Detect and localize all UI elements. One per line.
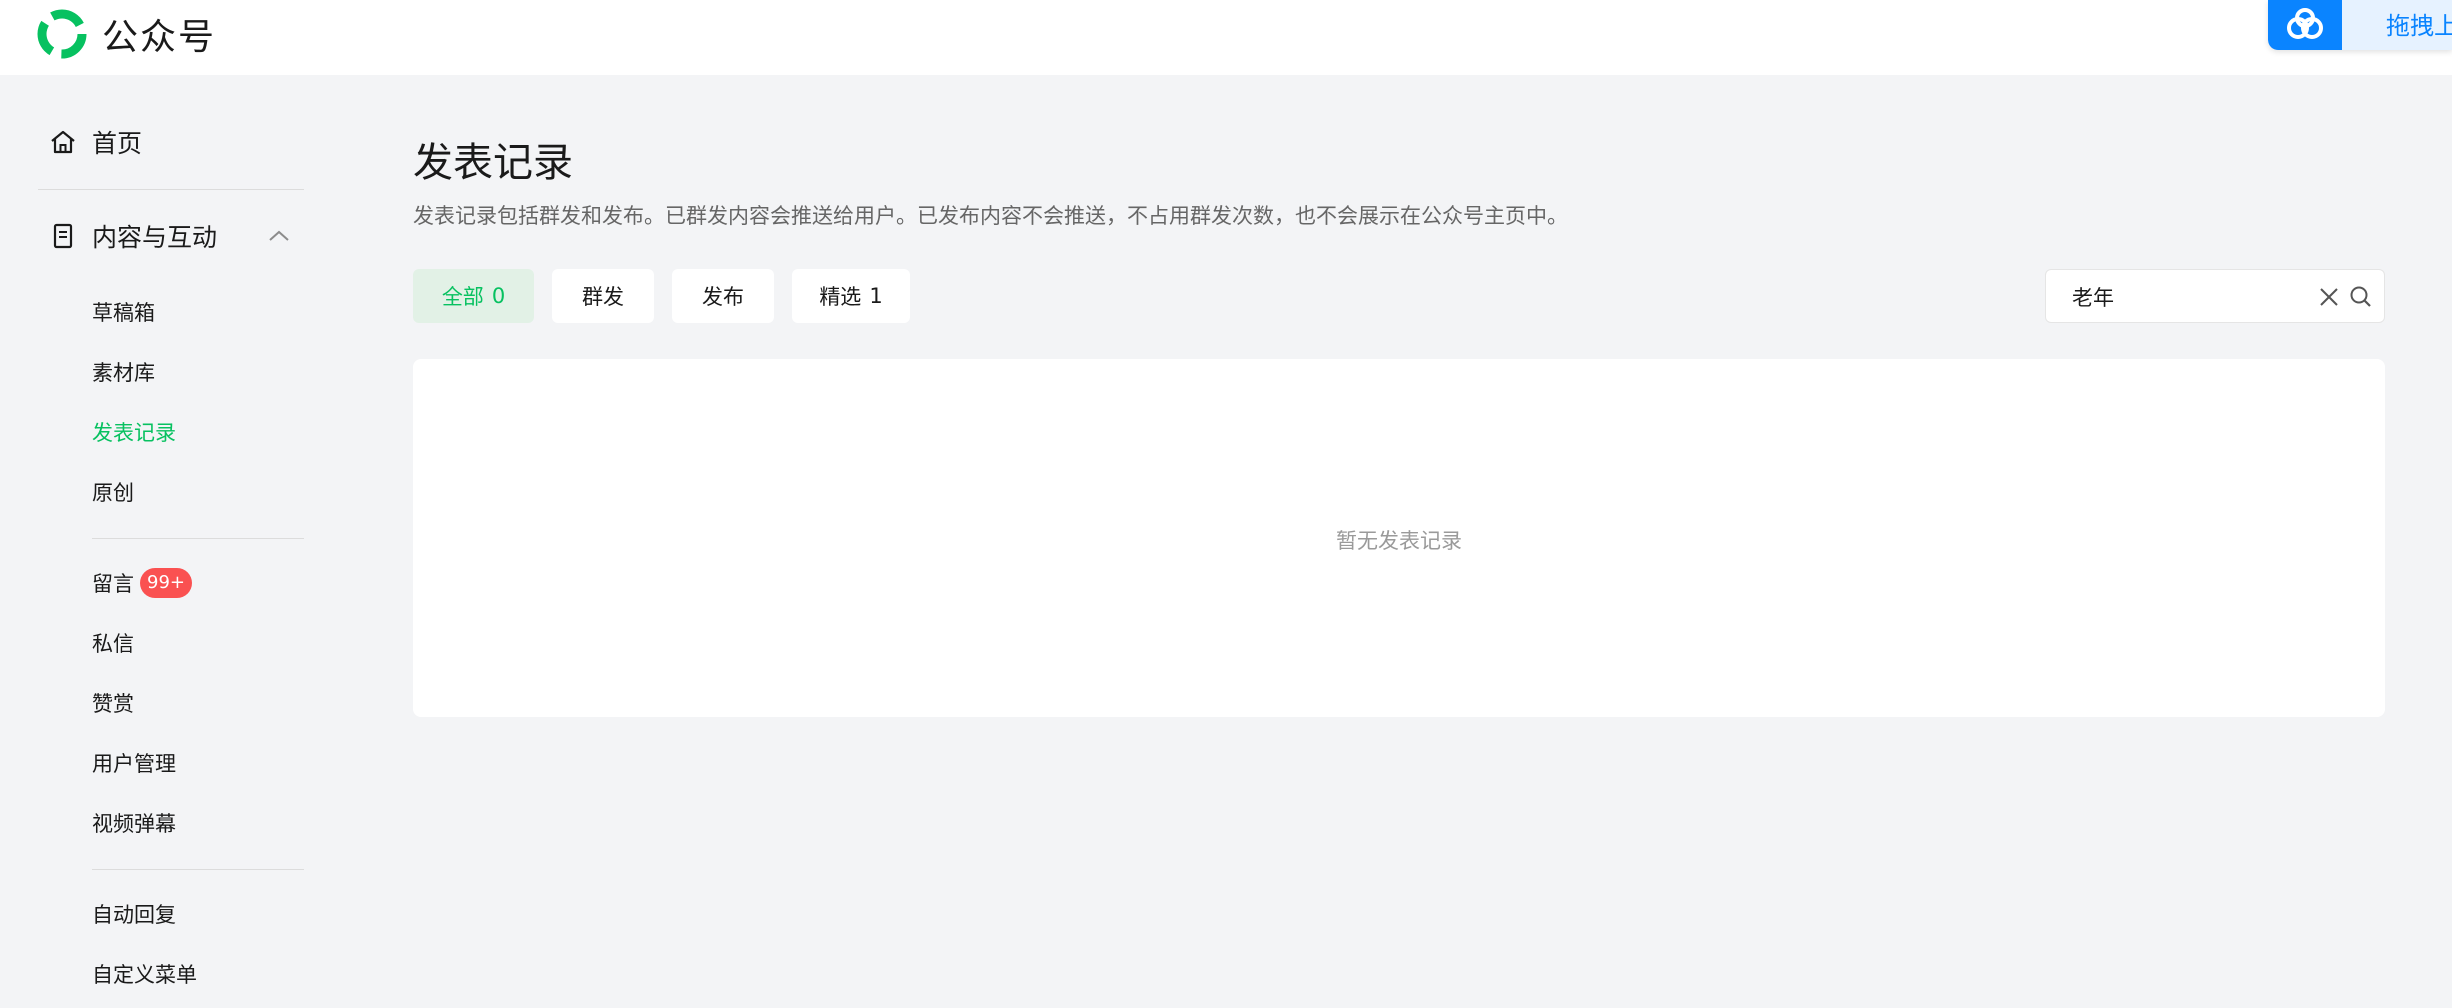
records-list-empty: 暂无发表记录	[413, 359, 2385, 717]
search-icon[interactable]	[2348, 284, 2374, 310]
sidebar-item-home-label: 首页	[92, 129, 143, 158]
top-header: 公众号 拖拽上	[0, 0, 2452, 75]
sidebar-divider	[92, 869, 304, 870]
search-input[interactable]	[2072, 280, 2292, 314]
sidebar-item-home[interactable]: 首页	[48, 120, 142, 164]
tab-featured[interactable]: 精选 1	[792, 269, 910, 323]
sidebar-item-custom-menu[interactable]: 自定义菜单	[92, 957, 197, 993]
sidebar-item-original[interactable]: 原创	[92, 475, 134, 511]
sidebar-item-messages[interactable]: 私信	[92, 626, 134, 662]
sidebar-item-drafts[interactable]: 草稿箱	[92, 295, 155, 331]
tab-all-label: 全部	[441, 285, 484, 309]
sidebar-item-materials[interactable]: 素材库	[92, 355, 155, 391]
chevron-up-icon[interactable]	[266, 223, 292, 249]
tab-mass-send[interactable]: 群发	[552, 269, 654, 323]
tab-publish-label: 发布	[702, 285, 744, 309]
sidebar-item-auto-reply[interactable]: 自动回复	[92, 897, 176, 933]
brand-name: 公众号	[102, 17, 217, 58]
tab-all-count: 0	[491, 284, 506, 308]
tab-featured-label: 精选	[819, 285, 862, 309]
sidebar-divider	[38, 189, 304, 190]
netdisk-upload-widget[interactable]: 拖拽上	[2268, 0, 2452, 50]
home-icon	[51, 130, 75, 154]
tab-all[interactable]: 全部 0	[413, 269, 534, 323]
tab-featured-count: 1	[869, 284, 883, 308]
brand[interactable]: 公众号	[36, 6, 216, 62]
sidebar-item-video-danmaku[interactable]: 视频弹幕	[92, 806, 176, 842]
sidebar-item-user-management[interactable]: 用户管理	[92, 746, 176, 782]
sidebar-item-rewards[interactable]: 赞赏	[92, 686, 134, 722]
empty-state-text: 暂无发表记录	[1336, 529, 1462, 553]
netdisk-widget-label: 拖拽上	[2386, 12, 2452, 40]
sidebar-group-content[interactable]: 内容与互动	[48, 214, 217, 258]
sidebar-item-publish-records[interactable]: 发表记录	[92, 415, 176, 451]
wechat-official-account-logo-icon	[37, 9, 87, 59]
search-box	[2045, 269, 2385, 323]
sidebar: 首页 内容与互动 草稿箱 素材库 发表记录 原创 留言 99+ 私信 赞赏 用户管…	[0, 75, 340, 1008]
sidebar-group-content-label: 内容与互动	[92, 223, 218, 252]
sidebar-divider	[92, 538, 304, 539]
sidebar-item-comments[interactable]: 留言 99+	[92, 566, 192, 602]
sidebar-item-comments-label: 留言	[92, 572, 134, 596]
page-description: 发表记录包括群发和发布。已群发内容会推送给用户。已发布内容不会推送，不占用群发次…	[413, 204, 1568, 228]
comments-count-badge: 99+	[140, 568, 192, 598]
tab-publish[interactable]: 发布	[672, 269, 774, 323]
page-title: 发表记录	[413, 140, 573, 186]
baidu-netdisk-icon	[2268, 0, 2342, 50]
tab-mass-send-label: 群发	[582, 285, 624, 309]
clear-icon[interactable]	[2317, 285, 2341, 309]
document-icon	[53, 223, 73, 249]
